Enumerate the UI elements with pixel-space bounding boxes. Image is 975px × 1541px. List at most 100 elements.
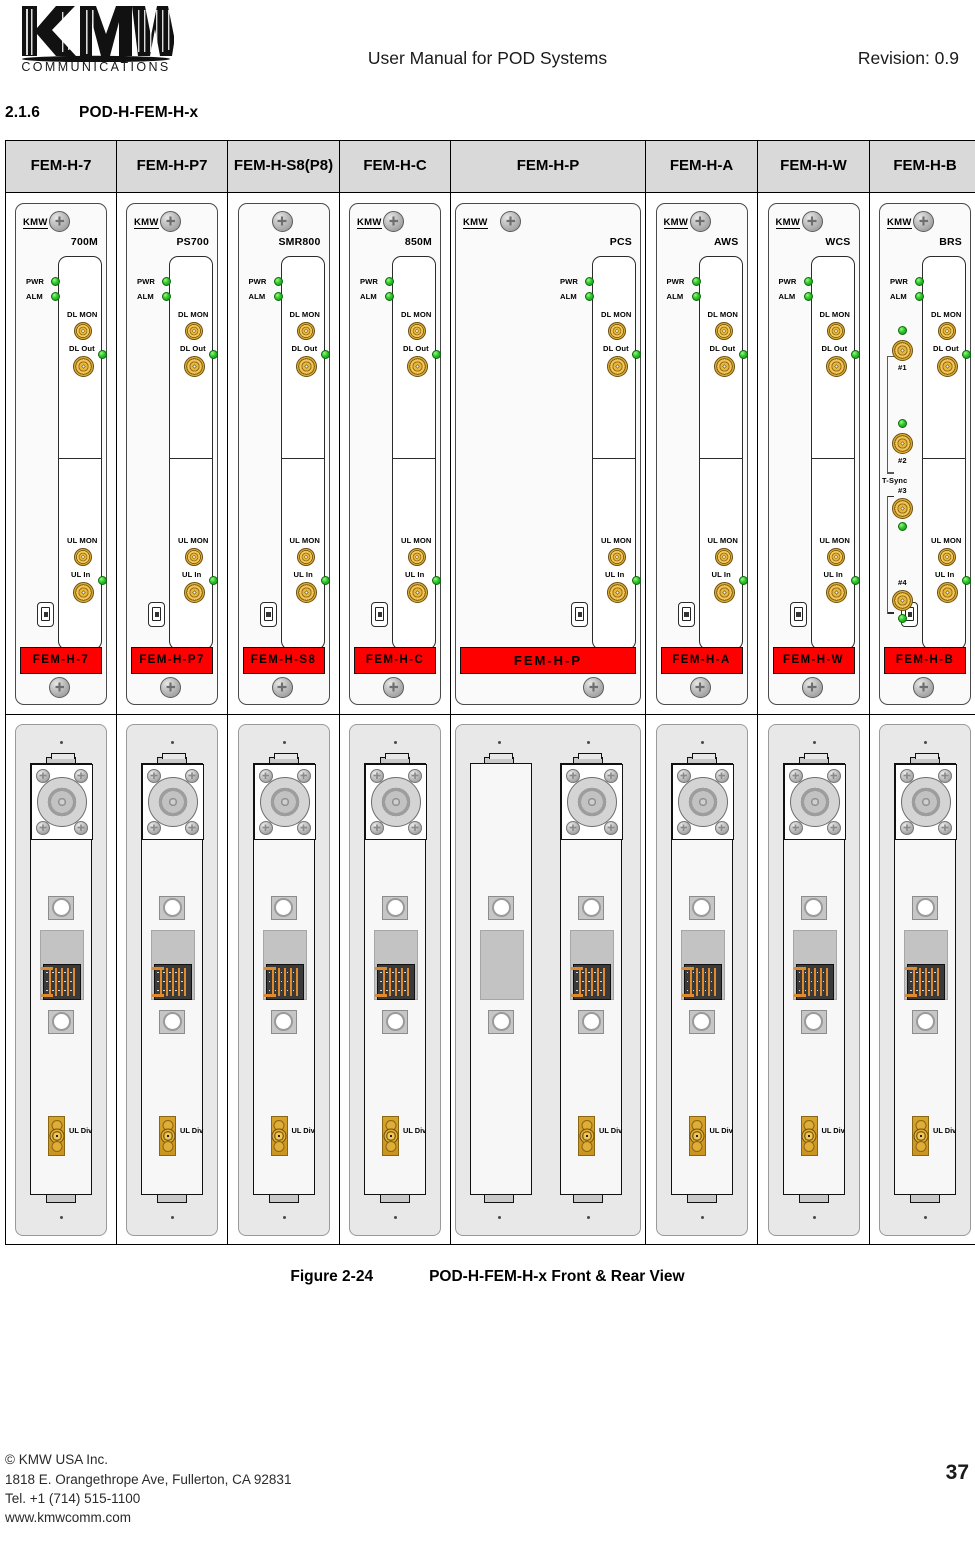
pwr-label: PWR <box>890 276 909 286</box>
ul-in-connector[interactable] <box>295 581 317 603</box>
usb-port[interactable] <box>371 601 388 627</box>
rear-module-fem-h-b[interactable]: UL Div <box>879 723 971 1236</box>
rear-module-fem-h-p[interactable]: UL Div <box>455 723 641 1236</box>
tsync-3-connector[interactable] <box>892 497 913 519</box>
tsync-2-led-icon <box>898 418 907 428</box>
front-module-fem-h-7[interactable]: KMW 700M PWR ALM DL MON DL Out UL MON UL In FEM-… <box>15 202 107 705</box>
band-label: PCS <box>609 235 632 248</box>
module-tag-label: FEM-H-P7 <box>131 646 213 674</box>
rear-module-fem-h-s8[interactable]: UL Div <box>237 723 330 1236</box>
module-tag-label: FEM-H-B <box>884 646 966 674</box>
usb-icon <box>152 607 161 621</box>
ul-in-connector[interactable] <box>73 581 94 603</box>
dl-mon-connector[interactable] <box>74 321 92 340</box>
usb-port[interactable] <box>571 601 588 627</box>
tsync-1-connector[interactable] <box>892 339 913 361</box>
pwr-label: PWR <box>560 276 579 286</box>
usb-port[interactable] <box>37 601 54 627</box>
dl-out-connector[interactable] <box>825 355 847 377</box>
front-module-fem-h-c[interactable]: KMW 850M PWR ALM DL MON DL Out UL MON UL In FEM-… <box>349 202 441 705</box>
front-module-fem-h-p7[interactable]: KMW PS700 PWR ALM DL MON DL Out UL MON UL In FEM… <box>126 202 218 705</box>
n-screw-icon-br <box>296 820 311 835</box>
front-module-fem-h-b[interactable]: KMW BRS PWR ALM DL MON DL Out UL MON UL In T-Syn… <box>879 202 971 705</box>
ul-div-connector[interactable] <box>578 1115 595 1156</box>
rear-module-fem-h-7[interactable]: UL Div <box>15 723 107 1236</box>
ul-div-connector[interactable] <box>382 1115 399 1156</box>
n-type-connector[interactable] <box>895 763 957 840</box>
ul-div-connector[interactable] <box>688 1115 706 1156</box>
ul-in-connector[interactable] <box>713 581 735 603</box>
ul-div-connector[interactable] <box>48 1115 65 1156</box>
ul-div-connector[interactable] <box>270 1115 288 1156</box>
dl-mon-connector[interactable] <box>608 321 626 340</box>
band-label: BRS <box>939 235 962 248</box>
dl-mon-connector[interactable] <box>185 321 203 340</box>
dl-out-connector[interactable] <box>184 355 205 377</box>
ul-mon-connector[interactable] <box>408 547 426 566</box>
n-screw-icon-br <box>714 820 729 835</box>
n-screw-icon-br <box>408 820 422 835</box>
rear-module-fem-h-p7[interactable]: UL Div <box>126 723 218 1236</box>
front-module-fem-h-p[interactable]: KMW PCS PWR ALM DL MON DL Out UL MON UL In FEM-H… <box>455 202 641 705</box>
ul-div-connector[interactable] <box>912 1115 929 1156</box>
ul-div-ring-bottom <box>51 1140 62 1152</box>
front-module-fem-h-a[interactable]: KMW AWS PWR ALM DL MON DL Out UL MON UL In FEM-H… <box>655 202 748 705</box>
backplane-pin-block <box>905 963 945 1000</box>
footer-website[interactable]: www.kmwcomm.com <box>5 1508 970 1527</box>
ul-mon-connector[interactable] <box>826 547 845 566</box>
table-header-row: FEM-H-7 FEM-H-P7 FEM-H-S8(P8) FEM-H-C FE… <box>5 140 975 193</box>
dl-out-connector[interactable] <box>73 355 94 377</box>
n-type-connector[interactable] <box>253 763 316 840</box>
ul-in-connector[interactable] <box>184 581 205 603</box>
dl-mon-connector[interactable] <box>296 321 315 340</box>
ul-in-connector[interactable] <box>825 581 847 603</box>
usb-port[interactable] <box>148 601 165 627</box>
tsync-2-connector[interactable] <box>892 432 913 454</box>
n-type-connector[interactable] <box>142 763 204 840</box>
ul-mon-connector[interactable] <box>296 547 315 566</box>
n-connector-body <box>148 776 198 827</box>
n-type-connector[interactable] <box>783 763 846 840</box>
ul-div-connector[interactable] <box>800 1115 818 1156</box>
tsync-4-connector[interactable] <box>892 589 913 611</box>
n-type-connector[interactable] <box>31 763 93 840</box>
usb-icon <box>375 607 384 621</box>
module-tag-label: FEM-H-S8 <box>242 646 325 674</box>
front-module-fem-h-w[interactable]: KMW WCS PWR ALM DL MON DL Out UL MON UL In FEM-H… <box>767 202 860 705</box>
ul-mon-connector[interactable] <box>714 547 733 566</box>
ul-mon-connector[interactable] <box>185 547 203 566</box>
ul-mon-connector[interactable] <box>938 547 956 566</box>
ul-in-connector[interactable] <box>407 581 428 603</box>
ul-in-connector[interactable] <box>937 581 958 603</box>
usb-port[interactable] <box>259 601 277 627</box>
n-type-connector[interactable] <box>671 763 734 840</box>
front-module-fem-h-s8[interactable]: SMR800 PWR ALM DL MON DL Out UL MON UL In FEM-H… <box>237 202 330 705</box>
dl-out-connector[interactable] <box>937 355 958 377</box>
rear-module-fem-h-w[interactable]: UL Div <box>767 723 860 1236</box>
usb-port[interactable] <box>789 601 807 627</box>
ul-mon-connector[interactable] <box>74 547 92 566</box>
ul-in-connector[interactable] <box>607 581 628 603</box>
dl-mon-connector[interactable] <box>826 321 845 340</box>
dl-mon-connector[interactable] <box>938 321 956 340</box>
dl-out-connector[interactable] <box>713 355 735 377</box>
backplane-pin-block <box>571 963 611 1000</box>
ul-div-connector[interactable] <box>159 1115 176 1156</box>
ul-mon-label: UL MON <box>707 535 738 545</box>
pwr-led-icon <box>162 276 171 286</box>
n-type-connector[interactable] <box>561 763 623 840</box>
ul-mon-connector[interactable] <box>608 547 626 566</box>
usb-port[interactable] <box>677 601 695 627</box>
dl-out-connector[interactable] <box>407 355 428 377</box>
dl-out-connector[interactable] <box>607 355 628 377</box>
dl-out-connector[interactable] <box>295 355 317 377</box>
dl-mon-label: DL MON <box>178 309 209 319</box>
dl-mon-connector[interactable] <box>408 321 426 340</box>
rear-module-fem-h-a[interactable]: UL Div <box>655 723 748 1236</box>
alm-led-icon <box>585 291 594 301</box>
ul-mon-label: UL MON <box>67 535 98 545</box>
n-type-connector[interactable] <box>365 763 427 840</box>
rear-dot-icon <box>924 740 927 744</box>
dl-mon-connector[interactable] <box>714 321 733 340</box>
rear-module-fem-h-c[interactable]: UL Div <box>349 723 441 1236</box>
